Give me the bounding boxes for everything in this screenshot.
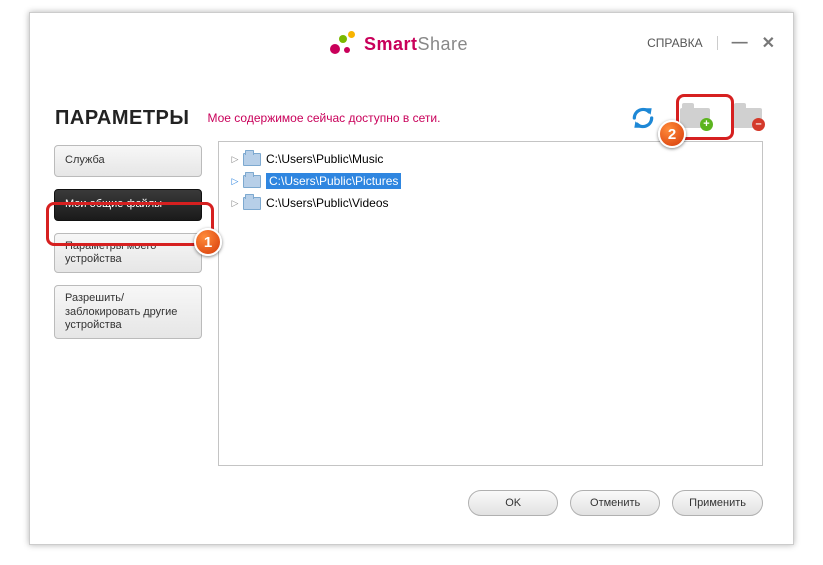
app-logo: SmartShare [330,31,468,57]
minimize-button[interactable]: — [732,34,748,52]
folder-path: C:\Users\Public\Videos [266,196,389,210]
refresh-button[interactable] [622,101,664,135]
folder-icon [243,175,261,188]
folder-icon [243,153,261,166]
plus-icon: + [700,118,713,131]
status-text: Мое содержимое сейчас доступно в сети. [207,111,440,125]
divider [717,36,718,50]
folder-path: C:\Users\Public\Pictures [266,173,401,189]
minus-icon: – [752,118,765,131]
help-link[interactable]: СПРАВКА [647,36,703,50]
folder-icon: + [680,108,710,128]
sidebar-item-0[interactable]: Служба [54,145,202,177]
sidebar-item-3[interactable]: Разрешить/ заблокировать другие устройст… [54,285,202,339]
folder-icon: – [732,108,762,128]
refresh-icon [630,105,656,131]
expand-icon: ▷ [229,176,241,187]
expand-icon: ▷ [229,198,241,209]
folder-row[interactable]: ▷ C:\Users\Public\Pictures [219,170,762,192]
logo-icon [330,31,358,57]
folder-path: C:\Users\Public\Music [266,152,383,166]
folder-list-pane: ▷ C:\Users\Public\Music ▷ C:\Users\Public\P… [218,141,763,466]
folder-row[interactable]: ▷ C:\Users\Public\Music [219,148,762,170]
remove-folder-button[interactable]: – [726,101,768,135]
page-title: ПАРАМЕТРЫ [55,107,189,130]
ok-button[interactable]: OK [468,490,558,516]
folder-row[interactable]: ▷ C:\Users\Public\Videos [219,192,762,214]
logo-text-smart: Smart [364,34,418,54]
folder-icon [243,197,261,210]
apply-button[interactable]: Применить [672,490,763,516]
cancel-button[interactable]: Отменить [570,490,660,516]
close-button[interactable]: ✕ [762,33,775,53]
logo-text-share: Share [418,34,469,54]
add-folder-button[interactable]: + [674,101,716,135]
sidebar: Служба Мои общие файлы Параметры моего уст… [54,145,214,351]
sidebar-item-2[interactable]: Параметры моего устройства [54,233,202,273]
sidebar-item-1[interactable]: Мои общие файлы [54,189,202,221]
expand-icon: ▷ [229,154,241,165]
